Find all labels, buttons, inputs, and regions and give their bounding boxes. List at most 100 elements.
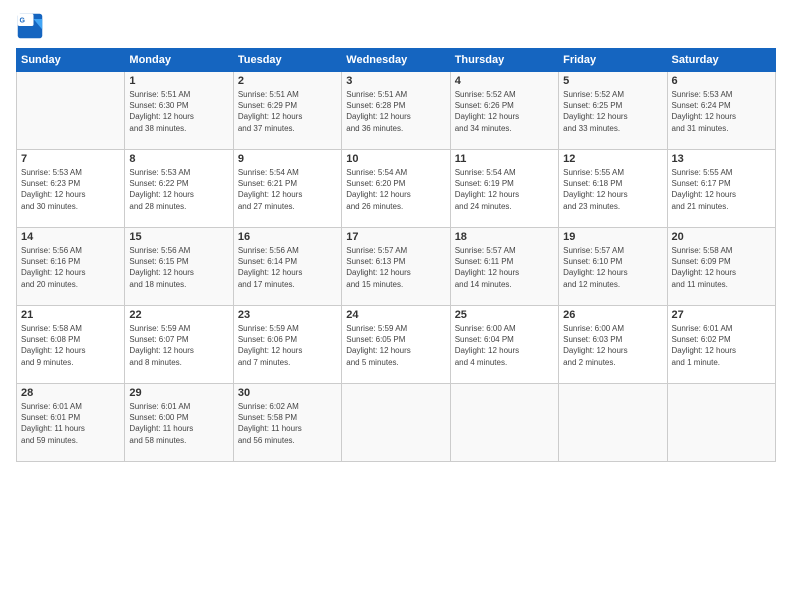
day-number: 15 bbox=[129, 231, 228, 243]
calendar-cell: 5 Sunrise: 5:52 AM Sunset: 6:25 PM Daylig… bbox=[559, 72, 667, 150]
day-info: Sunrise: 5:58 AM Sunset: 6:09 PM Dayligh… bbox=[672, 245, 771, 290]
day-number: 9 bbox=[238, 153, 337, 165]
day-info: Sunrise: 5:56 AM Sunset: 6:15 PM Dayligh… bbox=[129, 245, 228, 290]
week-row-1: 1Sunrise: 5:51 AM Sunset: 6:30 PM Daylig… bbox=[17, 72, 776, 150]
header-cell-sunday: Sunday bbox=[17, 49, 125, 72]
day-info: Sunrise: 6:00 AM Sunset: 6:03 PM Dayligh… bbox=[563, 323, 662, 368]
calendar-cell: 25 Sunrise: 6:00 AM Sunset: 6:04 PM Dayli… bbox=[450, 306, 558, 384]
calendar-cell: 4Sunrise: 5:52 AM Sunset: 6:26 PM Daylig… bbox=[450, 72, 558, 150]
day-info: Sunrise: 6:02 AM Sunset: 5:58 PM Dayligh… bbox=[238, 401, 337, 446]
calendar-cell bbox=[17, 72, 125, 150]
calendar-cell: 19Sunrise: 5:57 AM Sunset: 6:10 PM Dayli… bbox=[559, 228, 667, 306]
day-info: Sunrise: 5:56 AM Sunset: 6:16 PM Dayligh… bbox=[21, 245, 120, 290]
day-info: Sunrise: 5:59 AM Sunset: 6:06 PM Dayligh… bbox=[238, 323, 337, 368]
calendar-cell: 3Sunrise: 5:51 AM Sunset: 6:28 PM Daylig… bbox=[342, 72, 450, 150]
day-number: 24 bbox=[346, 309, 445, 321]
calendar-table: SundayMondayTuesdayWednesdayThursdayFrid… bbox=[16, 48, 776, 462]
day-number: 8 bbox=[129, 153, 228, 165]
calendar-cell: 9 Sunrise: 5:54 AM Sunset: 6:21 PM Daylig… bbox=[233, 150, 341, 228]
calendar-cell: 22 Sunrise: 5:59 AM Sunset: 6:07 PM Dayli… bbox=[125, 306, 233, 384]
day-info: Sunrise: 5:57 AM Sunset: 6:11 PM Dayligh… bbox=[455, 245, 554, 290]
day-number: 4 bbox=[455, 75, 554, 87]
day-number: 5 bbox=[563, 75, 662, 87]
day-info: Sunrise: 6:01 AM Sunset: 6:00 PM Dayligh… bbox=[129, 401, 228, 446]
logo-icon: G bbox=[16, 12, 44, 40]
header-cell-thursday: Thursday bbox=[450, 49, 558, 72]
calendar-cell: 27Sunrise: 6:01 AM Sunset: 6:02 PM Dayli… bbox=[667, 306, 775, 384]
calendar-cell: 7 Sunrise: 5:53 AM Sunset: 6:23 PM Daylig… bbox=[17, 150, 125, 228]
day-number: 16 bbox=[238, 231, 337, 243]
calendar-cell: 23Sunrise: 5:59 AM Sunset: 6:06 PM Dayli… bbox=[233, 306, 341, 384]
calendar-cell: 30 Sunrise: 6:02 AM Sunset: 5:58 PM Dayli… bbox=[233, 384, 341, 462]
header-cell-friday: Friday bbox=[559, 49, 667, 72]
calendar-cell: 20Sunrise: 5:58 AM Sunset: 6:09 PM Dayli… bbox=[667, 228, 775, 306]
day-number: 30 bbox=[238, 387, 337, 399]
day-info: Sunrise: 5:53 AM Sunset: 6:24 PM Dayligh… bbox=[672, 89, 771, 134]
calendar-cell: 21Sunrise: 5:58 AM Sunset: 6:08 PM Dayli… bbox=[17, 306, 125, 384]
calendar-cell: 24 Sunrise: 5:59 AM Sunset: 6:05 PM Dayli… bbox=[342, 306, 450, 384]
week-row-3: 14Sunrise: 5:56 AM Sunset: 6:16 PM Dayli… bbox=[17, 228, 776, 306]
calendar-cell bbox=[667, 384, 775, 462]
calendar-cell: 15 Sunrise: 5:56 AM Sunset: 6:15 PM Dayli… bbox=[125, 228, 233, 306]
day-number: 18 bbox=[455, 231, 554, 243]
week-row-2: 7 Sunrise: 5:53 AM Sunset: 6:23 PM Daylig… bbox=[17, 150, 776, 228]
day-number: 28 bbox=[21, 387, 120, 399]
day-info: Sunrise: 5:51 AM Sunset: 6:28 PM Dayligh… bbox=[346, 89, 445, 134]
calendar-cell: 17 Sunrise: 5:57 AM Sunset: 6:13 PM Dayli… bbox=[342, 228, 450, 306]
day-info: Sunrise: 5:54 AM Sunset: 6:21 PM Dayligh… bbox=[238, 167, 337, 212]
day-number: 11 bbox=[455, 153, 554, 165]
day-info: Sunrise: 5:54 AM Sunset: 6:19 PM Dayligh… bbox=[455, 167, 554, 212]
day-number: 10 bbox=[346, 153, 445, 165]
calendar-cell: 6Sunrise: 5:53 AM Sunset: 6:24 PM Daylig… bbox=[667, 72, 775, 150]
header-cell-monday: Monday bbox=[125, 49, 233, 72]
day-info: Sunrise: 5:54 AM Sunset: 6:20 PM Dayligh… bbox=[346, 167, 445, 212]
day-info: Sunrise: 5:53 AM Sunset: 6:22 PM Dayligh… bbox=[129, 167, 228, 212]
day-number: 26 bbox=[563, 309, 662, 321]
calendar-cell: 29 Sunrise: 6:01 AM Sunset: 6:00 PM Dayli… bbox=[125, 384, 233, 462]
day-number: 12 bbox=[563, 153, 662, 165]
day-info: Sunrise: 6:00 AM Sunset: 6:04 PM Dayligh… bbox=[455, 323, 554, 368]
day-number: 25 bbox=[455, 309, 554, 321]
day-number: 27 bbox=[672, 309, 771, 321]
svg-text:G: G bbox=[20, 18, 26, 25]
day-info: Sunrise: 5:59 AM Sunset: 6:05 PM Dayligh… bbox=[346, 323, 445, 368]
calendar-cell bbox=[559, 384, 667, 462]
calendar-cell: 18 Sunrise: 5:57 AM Sunset: 6:11 PM Dayli… bbox=[450, 228, 558, 306]
day-info: Sunrise: 5:53 AM Sunset: 6:23 PM Dayligh… bbox=[21, 167, 120, 212]
calendar-cell: 13 Sunrise: 5:55 AM Sunset: 6:17 PM Dayli… bbox=[667, 150, 775, 228]
day-number: 29 bbox=[129, 387, 228, 399]
calendar-cell: 16 Sunrise: 5:56 AM Sunset: 6:14 PM Dayli… bbox=[233, 228, 341, 306]
day-number: 13 bbox=[672, 153, 771, 165]
day-info: Sunrise: 5:55 AM Sunset: 6:18 PM Dayligh… bbox=[563, 167, 662, 212]
week-row-4: 21Sunrise: 5:58 AM Sunset: 6:08 PM Dayli… bbox=[17, 306, 776, 384]
day-info: Sunrise: 5:55 AM Sunset: 6:17 PM Dayligh… bbox=[672, 167, 771, 212]
day-number: 1 bbox=[129, 75, 228, 87]
logo: G bbox=[16, 12, 48, 40]
calendar-cell: 26 Sunrise: 6:00 AM Sunset: 6:03 PM Dayli… bbox=[559, 306, 667, 384]
day-info: Sunrise: 5:57 AM Sunset: 6:13 PM Dayligh… bbox=[346, 245, 445, 290]
week-row-5: 28 Sunrise: 6:01 AM Sunset: 6:01 PM Dayli… bbox=[17, 384, 776, 462]
calendar-header: SundayMondayTuesdayWednesdayThursdayFrid… bbox=[17, 49, 776, 72]
calendar-cell: 28 Sunrise: 6:01 AM Sunset: 6:01 PM Dayli… bbox=[17, 384, 125, 462]
day-info: Sunrise: 5:58 AM Sunset: 6:08 PM Dayligh… bbox=[21, 323, 120, 368]
day-number: 19 bbox=[563, 231, 662, 243]
calendar-cell: 1Sunrise: 5:51 AM Sunset: 6:30 PM Daylig… bbox=[125, 72, 233, 150]
calendar-body: 1Sunrise: 5:51 AM Sunset: 6:30 PM Daylig… bbox=[17, 72, 776, 462]
day-info: Sunrise: 5:52 AM Sunset: 6:25 PM Dayligh… bbox=[563, 89, 662, 134]
calendar-cell: 8 Sunrise: 5:53 AM Sunset: 6:22 PM Daylig… bbox=[125, 150, 233, 228]
calendar-page: G SundayMondayTuesdayWednesdayThursdayFr… bbox=[0, 0, 792, 612]
header-cell-saturday: Saturday bbox=[667, 49, 775, 72]
day-info: Sunrise: 5:59 AM Sunset: 6:07 PM Dayligh… bbox=[129, 323, 228, 368]
calendar-cell: 10 Sunrise: 5:54 AM Sunset: 6:20 PM Dayli… bbox=[342, 150, 450, 228]
day-number: 17 bbox=[346, 231, 445, 243]
day-number: 22 bbox=[129, 309, 228, 321]
day-info: Sunrise: 5:56 AM Sunset: 6:14 PM Dayligh… bbox=[238, 245, 337, 290]
day-info: Sunrise: 5:51 AM Sunset: 6:29 PM Dayligh… bbox=[238, 89, 337, 134]
calendar-cell: 11 Sunrise: 5:54 AM Sunset: 6:19 PM Dayli… bbox=[450, 150, 558, 228]
header: G bbox=[16, 12, 776, 40]
day-info: Sunrise: 6:01 AM Sunset: 6:01 PM Dayligh… bbox=[21, 401, 120, 446]
day-number: 7 bbox=[21, 153, 120, 165]
day-number: 2 bbox=[238, 75, 337, 87]
header-cell-wednesday: Wednesday bbox=[342, 49, 450, 72]
header-row: SundayMondayTuesdayWednesdayThursdayFrid… bbox=[17, 49, 776, 72]
